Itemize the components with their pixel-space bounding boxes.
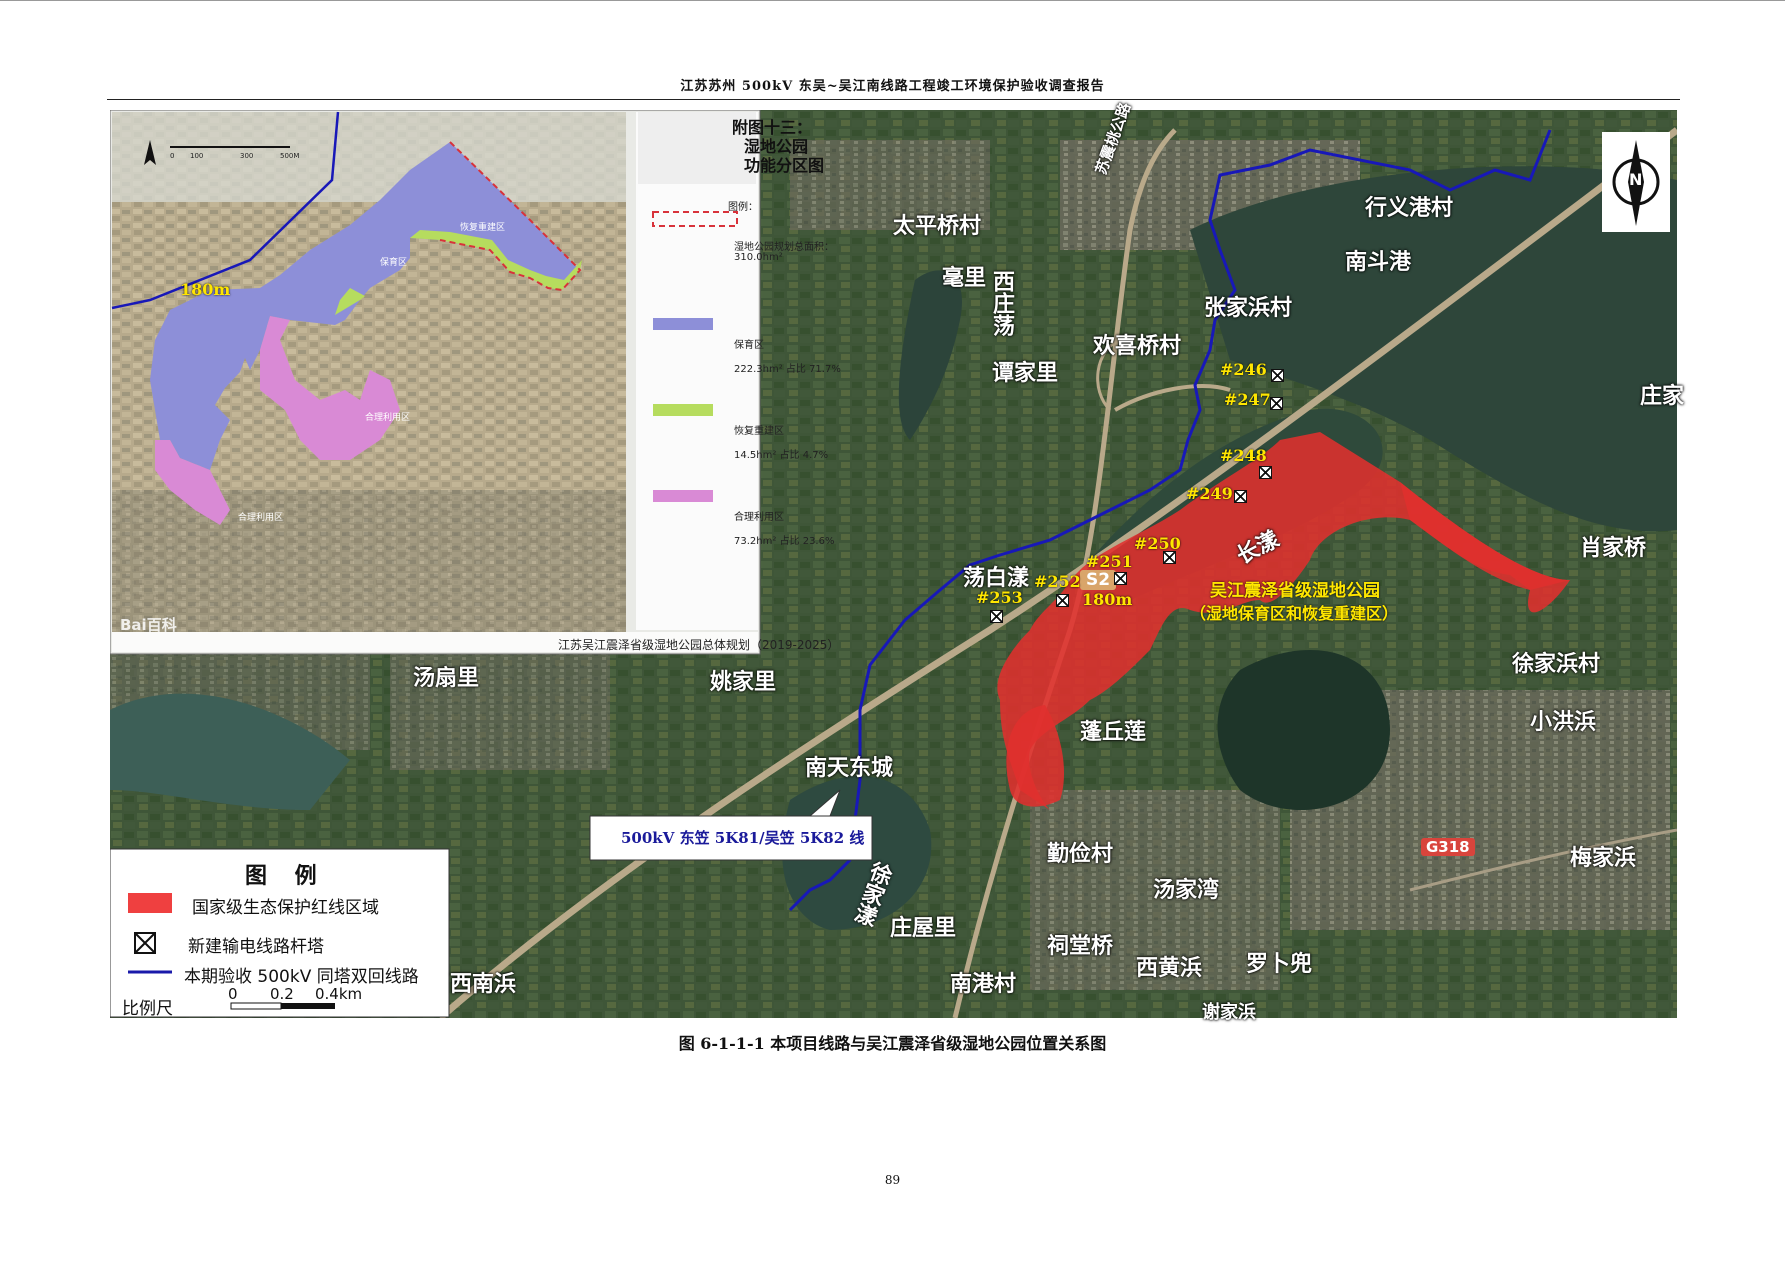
inset-zone3-name: 合理利用区 — [734, 512, 784, 523]
inset-scale-300: 300 — [240, 152, 254, 160]
label-zhuangjia: 庄家 — [1640, 384, 1685, 409]
label-tanjiali: 谭家里 — [992, 361, 1059, 386]
header-rule — [107, 99, 1680, 100]
inset-label-huifu: 恢复重建区 — [460, 223, 506, 233]
inset-distance-label: 180m — [180, 280, 231, 299]
legend-item-redline: 国家级生态保护红线区域 — [192, 898, 379, 918]
inset-label-heli-2: 合理利用区 — [238, 513, 284, 523]
tower-label-250: #250 — [1134, 534, 1181, 553]
tower-248 — [1259, 466, 1272, 479]
tower-247 — [1270, 397, 1283, 410]
label-xizhuangdang: 西庄荡 — [989, 270, 1014, 336]
legend-title: 图 例 — [245, 864, 327, 889]
tower-252 — [1056, 594, 1069, 607]
inset-scale-0: 0 — [170, 152, 175, 160]
inset-title-line3: 功能分区图 — [744, 156, 825, 175]
label-xienanbang: 西南浜 — [450, 972, 517, 997]
tower-label-251: #251 — [1086, 552, 1133, 571]
distance-label-main: 180m — [1082, 590, 1133, 609]
label-huanxi: 欢喜桥村 — [1093, 334, 1182, 359]
label-haoli: 毫里 — [942, 266, 987, 291]
label-tangshanli: 汤扇里 — [413, 666, 480, 691]
north-label: N — [1629, 170, 1643, 189]
label-xiejiabang: 谢家浜 — [1202, 1002, 1256, 1023]
inset-zone3-stat: 73.2hm² 占比 23.6% — [734, 536, 835, 547]
label-xiaohongbang: 小洪浜 — [1530, 710, 1597, 735]
label-pengqiulian: 蓬丘莲 — [1080, 720, 1147, 745]
label-xingyigang: 行义港村 — [1365, 196, 1454, 221]
label-xujiabang: 徐家浜村 — [1512, 652, 1601, 677]
label-citangqiao: 祠堂桥 — [1047, 934, 1114, 959]
label-nanganghcun: 南港村 — [950, 972, 1017, 997]
tower-246 — [1271, 369, 1284, 382]
inset-watermark: Bai百科 — [120, 616, 177, 634]
label-road-g318: G318 — [1421, 838, 1475, 856]
label-xihuangbang: 西黄浜 — [1136, 956, 1203, 981]
legend-scale-04: 0.4km — [315, 985, 363, 1003]
tower-251 — [1114, 572, 1127, 585]
legend-scale-label: 比例尺 — [122, 999, 173, 1019]
figure-caption: 图 6-1-1-1 本项目线路与吴江震泽省级湿地公园位置关系图 — [678, 1034, 1107, 1053]
inset-label-heli-1: 合理利用区 — [365, 413, 411, 423]
page-number: 89 — [884, 1173, 901, 1187]
label-changyang: 长漾 — [1232, 526, 1284, 570]
tower-label-253: #253 — [976, 588, 1023, 607]
wetland-label-1: 吴江震泽省级湿地公园 — [1210, 581, 1380, 601]
report-header: 江苏苏州 500kV 东吴~吴江南线路工程竣工环境保护验收调查报告 — [680, 79, 1105, 94]
tower-label-248: #248 — [1220, 446, 1267, 465]
label-zhangjiabang: 张家浜村 — [1204, 296, 1293, 321]
label-luobudou: 罗卜兜 — [1246, 952, 1313, 977]
inset-scale-500: 500M — [280, 152, 300, 160]
label-taiping: 太平桥村 — [893, 214, 982, 239]
line-callout-text: 500kV 东笠 5K81/吴笠 5K82 线 — [621, 829, 865, 847]
tower-253 — [990, 610, 1003, 623]
legend-item-line: 本期验收 500kV 同塔双回线路 — [184, 967, 419, 987]
label-meijiabang: 梅家浜 — [1570, 846, 1637, 871]
inset-zone1-stat: 222.3hm² 占比 71.7% — [734, 364, 841, 375]
label-xiaojiaqiao: 肖家桥 — [1580, 536, 1647, 561]
map-labels: .pl{position:absolute;color:#fff;font-si… — [110, 100, 1684, 1023]
legend-scale-0: 0 — [228, 985, 238, 1003]
label-yaojiali: 姚家里 — [710, 670, 777, 695]
label-road-s: S2 — [1080, 570, 1117, 590]
label-tangjiawan: 汤家湾 — [1153, 878, 1220, 903]
tower-label-246: #246 — [1220, 360, 1267, 379]
inset-boundary-desc-1: 湿地公园规划总面积： — [734, 242, 834, 253]
tower-label-252: #252 — [1034, 572, 1081, 591]
figure-map: .pl{position:absolute;color:#fff;font-si… — [109, 100, 1684, 1023]
tower-label-249: #249 — [1186, 484, 1233, 503]
label-qinjiancun: 勤俭村 — [1047, 842, 1114, 867]
label-nandougang: 南斗港 — [1345, 250, 1412, 275]
top-border — [0, 0, 1785, 1]
label-nantiandongcheng: 南天东城 — [805, 756, 894, 781]
inset-zone1-name: 保育区 — [734, 340, 764, 351]
inset-title: 附图十三： 湿地公园 功能分区图 — [732, 118, 824, 175]
inset-zone2-stat: 14.5hm² 占比 4.7% — [734, 450, 829, 461]
inset-zone2-name: 恢复重建区 — [734, 426, 784, 437]
inset-scale-100: 100 — [190, 152, 204, 160]
tower-249 — [1234, 490, 1247, 503]
inset-boundary-desc-2: 310.0hm² — [734, 252, 783, 263]
legend-scale-02: 0.2 — [270, 985, 294, 1003]
inset-label-baoyu: 保育区 — [380, 258, 408, 268]
label-zhuangwuli: 庄屋里 — [890, 916, 957, 941]
tower-label-247: #247 — [1224, 390, 1271, 409]
inset-title-line1: 附图十三： — [732, 118, 813, 137]
wetland-label-2: （湿地保育区和恢复重建区） — [1190, 604, 1399, 623]
inset-title-line2: 湿地公园 — [744, 137, 809, 156]
legend-item-tower: 新建输电线路杆塔 — [188, 937, 324, 957]
inset-source: 江苏吴江震泽省级湿地公园总体规划（2019-2025） — [558, 638, 840, 652]
label-road-sushen: 苏震桃公路 — [1091, 100, 1135, 177]
inset-legend-heading: 图例： — [728, 202, 758, 213]
